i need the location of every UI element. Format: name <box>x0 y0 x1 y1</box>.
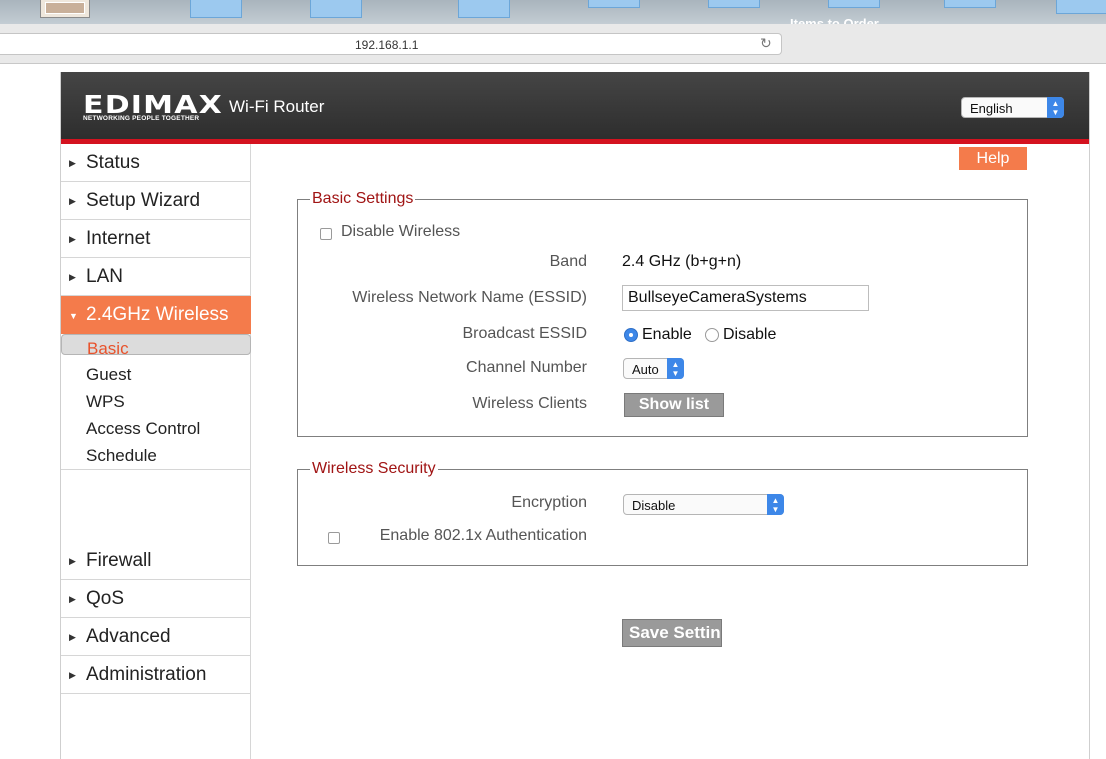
caret-right-icon: ▶ <box>69 670 76 680</box>
router-page: EDIMAX NETWORKING PEOPLE TOGETHER Wi-Fi … <box>60 72 1090 759</box>
desktop-label: Items to Order <box>790 16 879 24</box>
caret-right-icon: ▶ <box>69 594 76 604</box>
desktop-folder-icon[interactable] <box>458 0 510 18</box>
submenu-label: Schedule <box>86 446 157 465</box>
encryption-select[interactable]: Disable ▲ ▼ <box>623 494 784 515</box>
sidebar-item-wireless[interactable]: ▼ 2.4GHz Wireless <box>61 296 251 334</box>
desktop-thumbnail[interactable] <box>40 0 90 18</box>
sidebar: ▶ Status ▶ Setup Wizard ▶ Internet ▶ LAN… <box>61 144 251 759</box>
submenu-schedule[interactable]: Schedule <box>61 442 251 469</box>
submenu-label: Basic <box>87 339 129 358</box>
select-arrows-icon: ▲ ▼ <box>1047 97 1064 118</box>
save-settings-button[interactable]: Save Settings <box>622 619 722 647</box>
language-value: English <box>970 101 1013 116</box>
sidebar-item-label: QoS <box>86 588 125 609</box>
desktop-folder-icon[interactable] <box>944 0 996 8</box>
encryption-value: Disable <box>632 498 676 513</box>
broadcast-disable-radio[interactable] <box>705 328 719 342</box>
caret-right-icon: ▶ <box>69 556 76 566</box>
submenu-wps[interactable]: WPS <box>61 388 251 415</box>
sidebar-item-setup-wizard[interactable]: ▶ Setup Wizard <box>61 182 251 220</box>
sidebar-item-internet[interactable]: ▶ Internet <box>61 220 251 258</box>
sidebar-item-lan[interactable]: ▶ LAN <box>61 258 251 296</box>
caret-down-icon: ▼ <box>69 311 78 321</box>
submenu-basic[interactable]: Basic <box>61 334 251 358</box>
enable-8021x-checkbox[interactable] <box>328 532 340 544</box>
submenu-guest[interactable]: Guest <box>61 361 251 388</box>
logo-tagline: NETWORKING PEOPLE TOGETHER <box>83 115 200 122</box>
wireless-submenu: Basic Guest WPS Access Control Schedule <box>61 334 251 470</box>
desktop-folder-icon[interactable] <box>708 0 760 8</box>
basic-settings-legend: Basic Settings <box>312 190 414 207</box>
select-arrows-icon: ▲ ▼ <box>767 494 784 515</box>
product-title: Wi-Fi Router <box>229 97 325 116</box>
desktop-folder-icon[interactable] <box>1056 0 1106 14</box>
select-arrows-icon: ▲ ▼ <box>667 358 684 379</box>
broadcast-enable-radio[interactable] <box>624 328 638 342</box>
language-select[interactable]: English ▲ ▼ <box>961 97 1064 118</box>
caret-right-icon: ▶ <box>69 272 76 282</box>
sidebar-item-label: Advanced <box>86 626 171 647</box>
sidebar-item-label: Internet <box>86 228 151 249</box>
essid-input[interactable]: BullseyeCameraSystems <box>622 285 869 311</box>
wireless-security-legend: Wireless Security <box>312 460 436 477</box>
disable-wireless-checkbox[interactable] <box>320 228 332 240</box>
sidebar-item-advanced[interactable]: ▶ Advanced <box>61 618 251 656</box>
sidebar-item-administration[interactable]: ▶ Administration <box>61 656 251 694</box>
sidebar-item-qos[interactable]: ▶ QoS <box>61 580 251 618</box>
submenu-label: Guest <box>86 365 132 384</box>
caret-right-icon: ▶ <box>69 158 76 168</box>
sidebar-item-label: 2.4GHz Wireless <box>86 304 229 325</box>
desktop-folder-icon[interactable] <box>588 0 640 8</box>
sidebar-item-label: Administration <box>86 664 207 685</box>
submenu-access-control[interactable]: Access Control <box>61 415 251 442</box>
sidebar-item-firewall[interactable]: ▶ Firewall <box>61 542 251 580</box>
header: EDIMAX NETWORKING PEOPLE TOGETHER Wi-Fi … <box>61 72 1089 144</box>
desktop-folder-icon[interactable] <box>310 0 362 18</box>
channel-select[interactable]: Auto ▲ ▼ <box>623 358 684 379</box>
desktop-folder-icon[interactable] <box>190 0 242 18</box>
channel-value: Auto <box>632 362 659 377</box>
caret-right-icon: ▶ <box>69 234 76 244</box>
desktop-folder-icon[interactable] <box>828 0 880 8</box>
sidebar-item-status[interactable]: ▶ Status <box>61 144 251 182</box>
submenu-label: Access Control <box>86 419 201 438</box>
address-url: 192.168.1.1 <box>355 38 419 52</box>
submenu-label: WPS <box>86 392 125 411</box>
sidebar-item-label: LAN <box>86 266 123 287</box>
edimax-logo: EDIMAX <box>83 90 223 119</box>
browser-toolbar: 192.168.1.1 ↻ <box>0 24 1106 64</box>
address-bar[interactable]: 192.168.1.1 ↻ <box>0 33 782 55</box>
reload-icon[interactable]: ↻ <box>760 35 772 52</box>
sidebar-item-label: Status <box>86 152 140 173</box>
desktop-strip: Items to Order <box>0 0 1106 24</box>
caret-right-icon: ▶ <box>69 632 76 642</box>
caret-right-icon: ▶ <box>69 196 76 206</box>
show-list-button[interactable]: Show list <box>624 393 724 417</box>
help-button[interactable]: Help <box>959 147 1027 170</box>
sidebar-item-label: Firewall <box>86 550 152 571</box>
sidebar-item-label: Setup Wizard <box>86 190 201 211</box>
